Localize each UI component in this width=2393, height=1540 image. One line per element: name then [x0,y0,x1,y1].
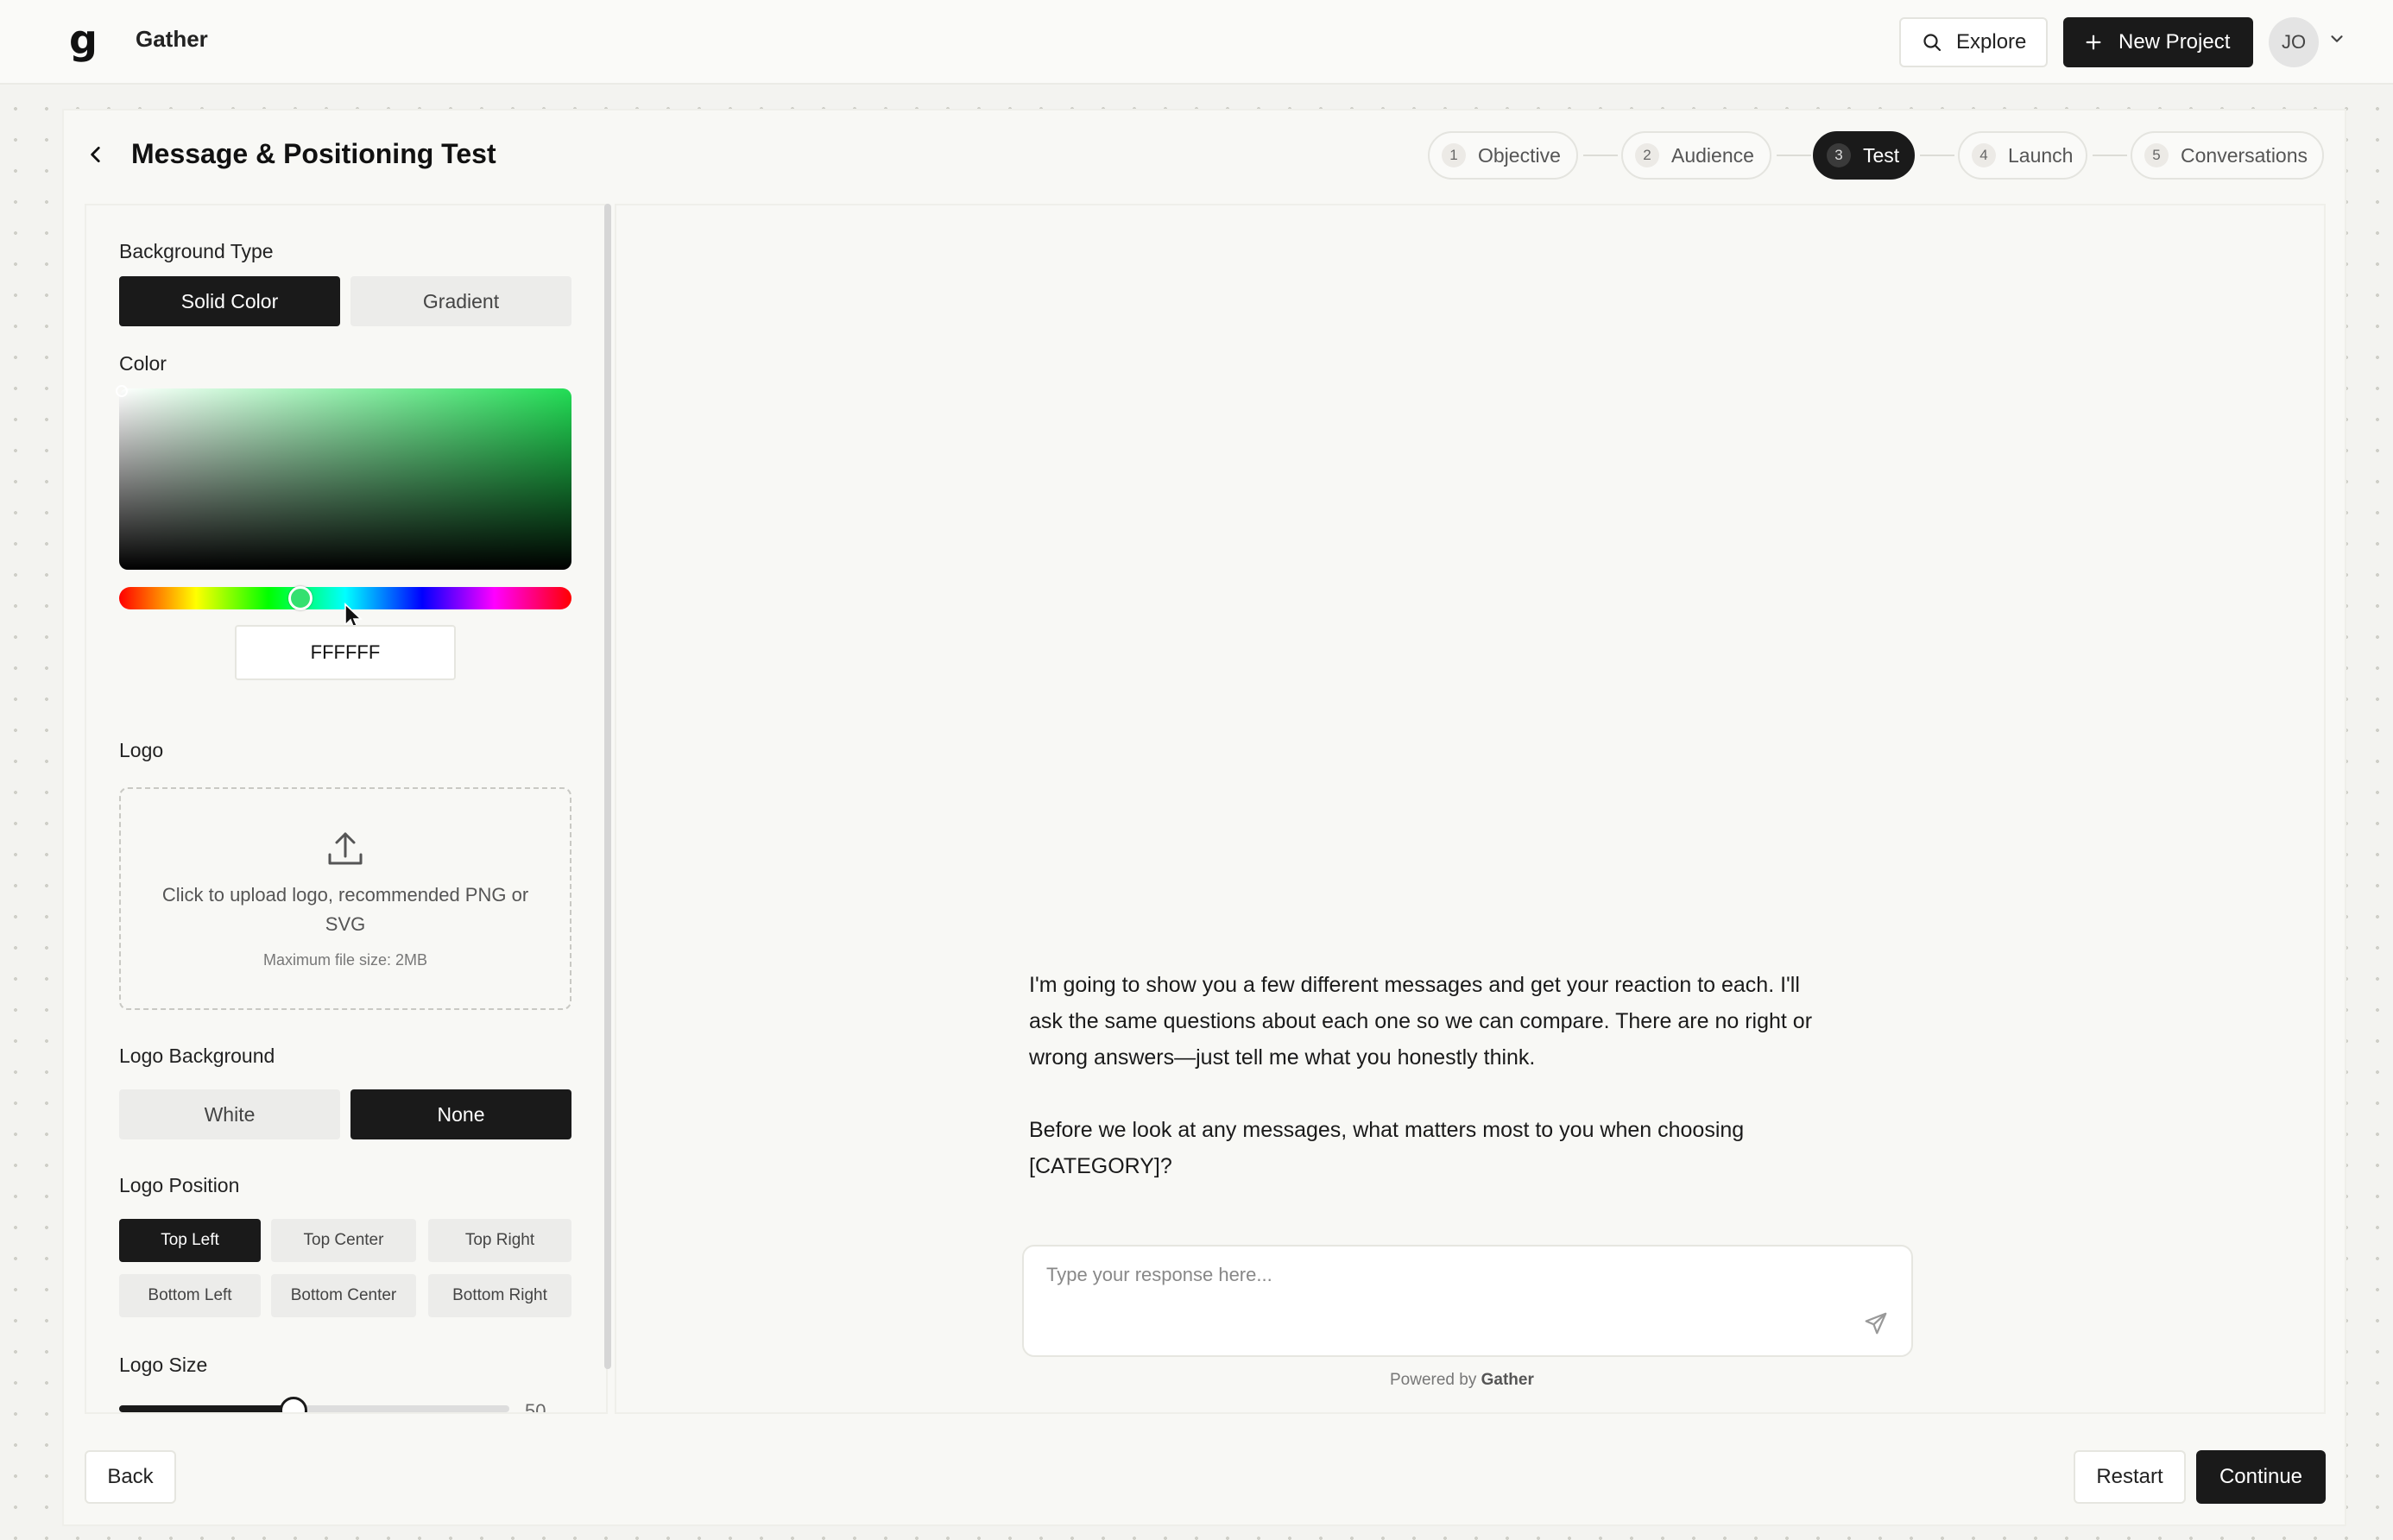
powered-by-brand: Gather [1481,1371,1534,1389]
user-avatar[interactable]: JO [2269,17,2319,67]
hex-color-input[interactable] [235,625,456,680]
step-label: Audience [1671,143,1754,167]
response-input-box [1022,1245,1913,1357]
hue-slider-handle[interactable] [288,586,313,610]
position-top-left[interactable]: Top Left [119,1219,261,1262]
assistant-message: I'm going to show you a few different me… [1029,967,1823,1184]
color-picker-handle[interactable] [116,385,128,397]
message-paragraph: I'm going to show you a few different me… [1029,973,1813,1070]
step-number: 3 [1827,143,1851,167]
step-launch[interactable]: 4 Launch [1958,131,2087,180]
step-connector [1583,155,1618,156]
step-number: 2 [1635,143,1659,167]
logo-size-fill [119,1405,294,1412]
logo-size-clip: 50 [85,1386,603,1412]
upload-icon [328,832,363,865]
position-bottom-left[interactable]: Bottom Left [119,1274,261,1317]
restart-button[interactable]: Restart [2074,1450,2186,1504]
explore-label: Explore [1956,30,2027,54]
logo-bg-white-option[interactable]: White [119,1089,340,1139]
step-test[interactable]: 3 Test [1813,131,1915,180]
continue-button[interactable]: Continue [2196,1450,2326,1504]
step-label: Test [1863,143,1900,167]
step-number: 1 [1442,143,1466,167]
color-saturation-picker[interactable] [119,388,571,570]
step-audience[interactable]: 2 Audience [1621,131,1771,180]
app-name: Gather [136,26,208,52]
gather-logo-icon[interactable]: g [69,20,104,62]
logo-size-value: 50 [525,1400,546,1412]
upload-size-limit: Maximum file size: 2MB [262,951,428,969]
powered-by: Powered by Gather [1390,1371,1534,1390]
new-project-button[interactable]: New Project [2063,17,2253,67]
position-top-center[interactable]: Top Center [271,1219,416,1262]
background-type-label: Background Type [119,240,274,262]
step-objective[interactable]: 1 Objective [1428,131,1578,180]
settings-scrollbar[interactable] [604,204,611,1369]
logo-upload-dropzone[interactable]: Click to upload logo, recommended PNG or… [119,787,571,1010]
step-label: Conversations [2181,143,2308,167]
step-label: Objective [1478,143,1561,167]
logo-bg-none-option[interactable]: None [350,1089,571,1139]
step-connector [1777,155,1811,156]
back-chevron-icon[interactable] [85,143,107,166]
gradient-option[interactable]: Gradient [350,276,571,326]
step-number: 4 [1972,143,1996,167]
logo-position-label: Logo Position [119,1174,240,1196]
page-title: Message & Positioning Test [131,138,496,169]
upload-instructions: Click to upload logo, recommended PNG or… [161,884,529,935]
powered-by-prefix: Powered by [1390,1371,1477,1389]
back-button[interactable]: Back [85,1450,176,1504]
preview-panel [615,204,2326,1414]
search-icon [1923,34,1942,52]
logo-label: Logo [119,739,164,761]
send-icon[interactable] [1863,1310,1889,1336]
new-project-label: New Project [2118,30,2231,54]
response-input[interactable] [1046,1264,1858,1298]
message-paragraph: Before we look at any messages, what mat… [1029,1118,1745,1178]
position-bottom-center[interactable]: Bottom Center [271,1274,416,1317]
color-label: Color [119,352,167,375]
position-bottom-right[interactable]: Bottom Right [428,1274,571,1317]
step-number: 5 [2144,143,2169,167]
explore-button[interactable]: Explore [1899,17,2048,67]
step-connector [2093,155,2127,156]
step-connector [1920,155,1954,156]
chevron-down-icon[interactable] [2327,29,2346,48]
logo-size-handle[interactable] [280,1397,307,1412]
logo-size-label: Logo Size [119,1354,208,1376]
logo-background-label: Logo Background [119,1045,275,1067]
step-label: Launch [2008,143,2074,167]
position-top-right[interactable]: Top Right [428,1219,571,1262]
solid-color-option[interactable]: Solid Color [119,276,340,326]
plus-icon [2086,35,2101,50]
step-conversations[interactable]: 5 Conversations [2131,131,2324,180]
